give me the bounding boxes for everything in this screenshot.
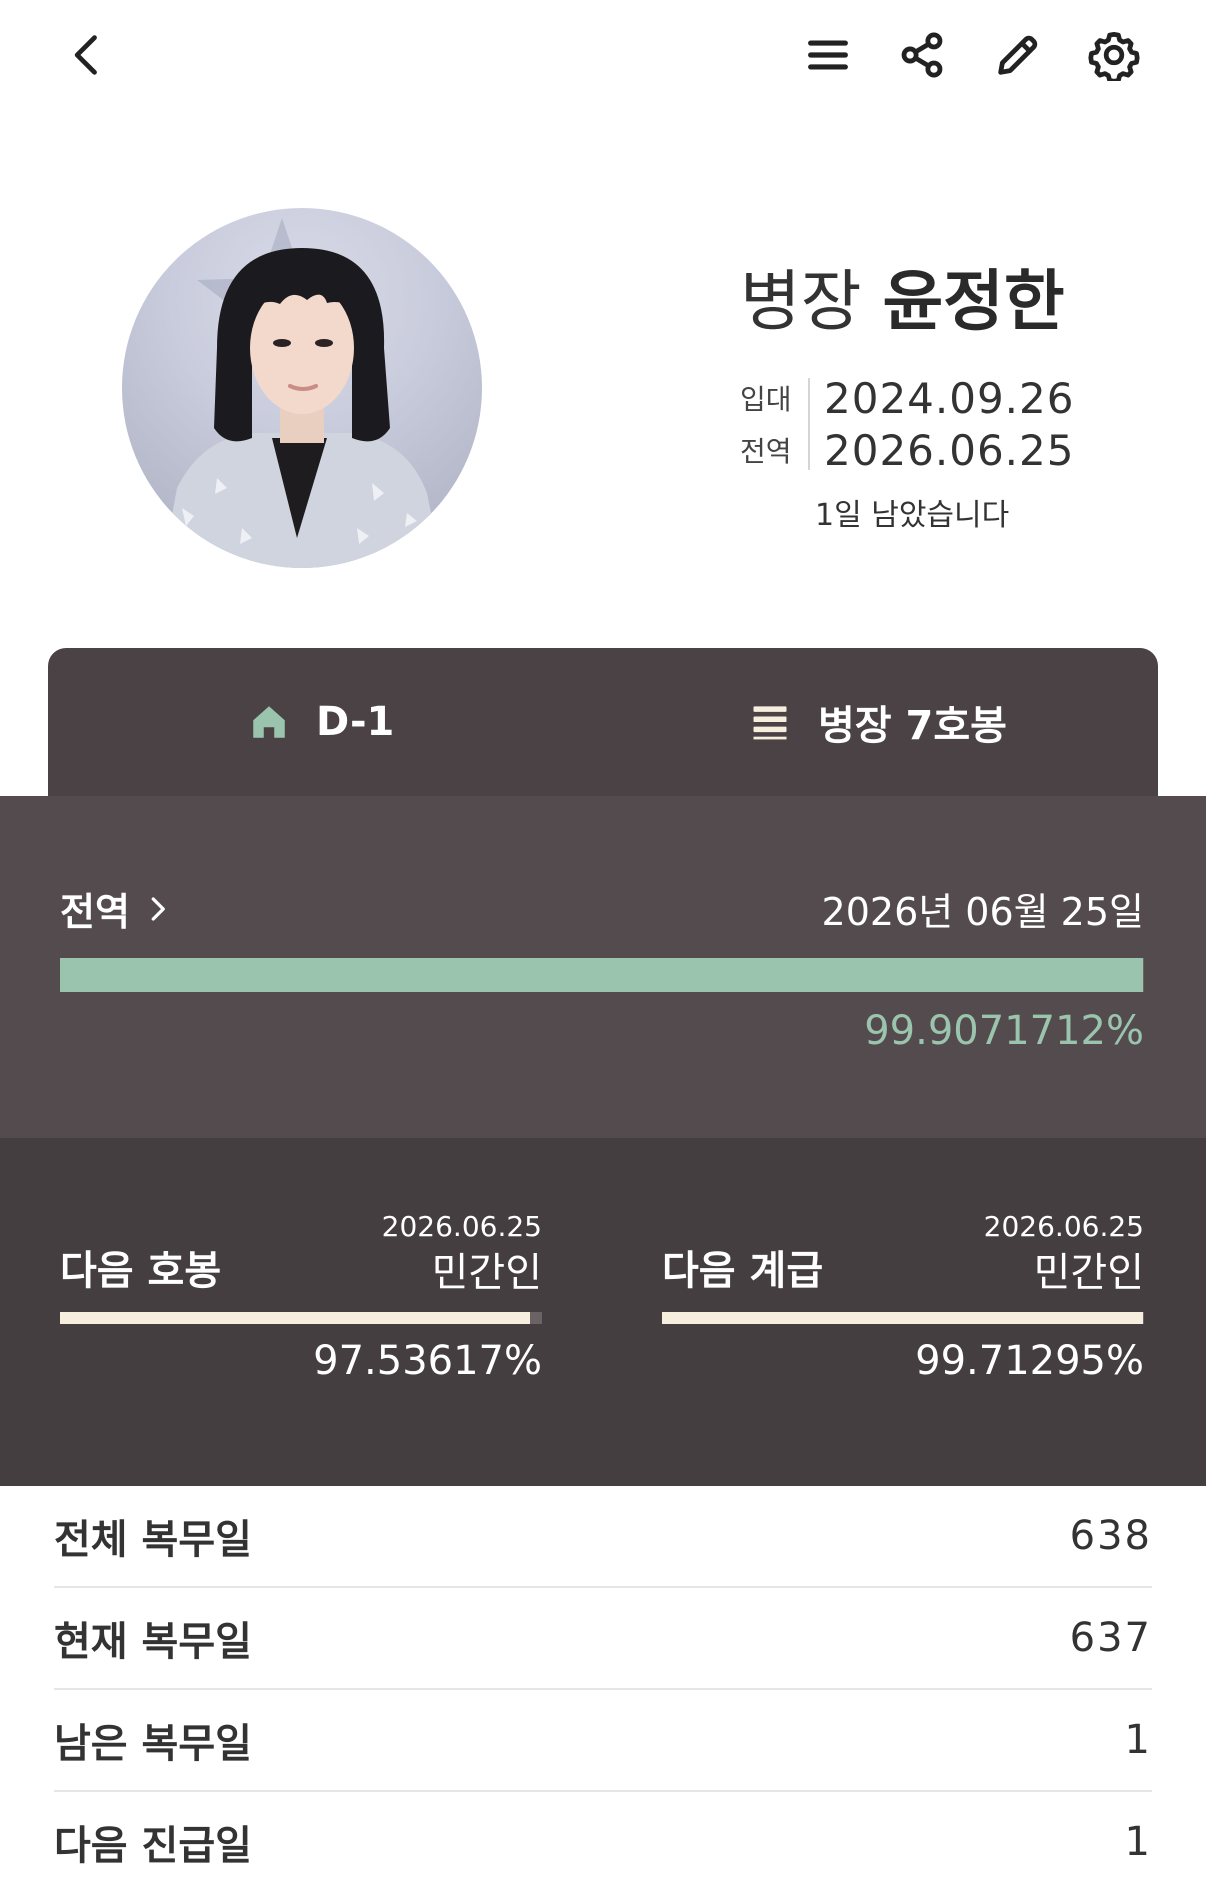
- next-rank-card: 다음 계급 2026.06.25 민간인 99.71295%: [662, 1138, 1144, 1486]
- discharge-title: 전역: [60, 890, 130, 934]
- discharge-percent: 99.9071712%: [864, 1008, 1144, 1054]
- stat-value: 1: [1124, 1717, 1152, 1763]
- back-icon[interactable]: [58, 25, 118, 85]
- next-rank-status: 민간인: [1033, 1250, 1144, 1296]
- next-step-card: 다음 호봉 2026.06.25 민간인 97.53617%: [60, 1138, 542, 1486]
- next-rank-percent: 99.71295%: [915, 1338, 1144, 1384]
- list-icon: [748, 700, 792, 744]
- remaining-text: 1일 남았습니다: [815, 498, 1010, 533]
- next-step-progress-bar: [60, 1312, 542, 1324]
- stat-label: 남은 복무일: [54, 1721, 252, 1767]
- tab-dday[interactable]: D-1: [248, 648, 394, 796]
- stat-row-next-promotion: 다음 진급일 1: [54, 1792, 1152, 1892]
- stat-label: 전체 복무일: [54, 1517, 252, 1563]
- menu-icon[interactable]: [798, 25, 858, 85]
- stat-row-remaining: 남은 복무일 1: [54, 1690, 1152, 1792]
- rank-name: 병장 윤정한: [740, 248, 1065, 344]
- tab-dday-label: D-1: [316, 699, 395, 745]
- stat-value: 637: [1069, 1615, 1152, 1661]
- next-section: 다음 호봉 2026.06.25 민간인 97.53617% 다음 계급 202…: [0, 1138, 1206, 1486]
- stat-row-total: 전체 복무일 638: [54, 1486, 1152, 1588]
- rank-label: 병장: [740, 263, 862, 340]
- top-bar: [0, 0, 1206, 110]
- discharge-link[interactable]: 전역: [60, 881, 172, 936]
- settings-icon[interactable]: [1084, 25, 1144, 85]
- next-rank-title: 다음 계급: [662, 1248, 824, 1294]
- discharge-label: 전역: [740, 435, 792, 468]
- next-rank-progress-fill: [662, 1312, 1143, 1324]
- share-icon[interactable]: [892, 25, 952, 85]
- discharge-row: 전역 2026.06.25: [740, 424, 1074, 476]
- discharge-date: 2026.06.25: [824, 425, 1075, 475]
- home-icon: [248, 701, 290, 743]
- date-divider: [808, 378, 810, 470]
- stat-label: 현재 복무일: [54, 1619, 252, 1665]
- discharge-progress-bar: [60, 958, 1144, 992]
- next-step-status: 민간인: [431, 1250, 542, 1296]
- discharge-full-date: 2026년 06월 25일: [821, 890, 1144, 934]
- next-step-percent: 97.53617%: [313, 1338, 542, 1384]
- next-step-progress-fill: [60, 1312, 531, 1324]
- stats-list: 전체 복무일 638 현재 복무일 637 남은 복무일 1 다음 진급일 1: [54, 1486, 1152, 1892]
- edit-icon[interactable]: [988, 25, 1048, 85]
- stat-value: 638: [1069, 1513, 1152, 1559]
- tab-rank[interactable]: 병장 7호봉: [748, 648, 1007, 796]
- enlist-row: 입대 2024.09.26: [740, 372, 1074, 424]
- service-dates: 입대 2024.09.26 전역 2026.06.25: [740, 372, 1074, 476]
- chevron-right-icon: [142, 892, 172, 926]
- discharge-progress-fill: [60, 958, 1143, 992]
- next-step-date: 2026.06.25: [381, 1210, 542, 1243]
- avatar: [122, 208, 482, 568]
- stat-value: 1: [1124, 1819, 1152, 1865]
- summary-tabs: D-1 병장 7호봉: [48, 648, 1158, 796]
- soldier-name: 윤정한: [882, 263, 1065, 340]
- next-rank-date: 2026.06.25: [983, 1210, 1144, 1243]
- stat-row-current: 현재 복무일 637: [54, 1588, 1152, 1690]
- stat-label: 다음 진급일: [54, 1823, 252, 1869]
- next-rank-progress-bar: [662, 1312, 1144, 1324]
- enlist-label: 입대: [740, 383, 792, 416]
- discharge-section: 전역 2026년 06월 25일 99.9071712%: [0, 796, 1206, 1138]
- enlist-date: 2024.09.26: [824, 373, 1075, 423]
- next-step-title: 다음 호봉: [60, 1248, 222, 1294]
- tab-rank-label: 병장 7호봉: [818, 703, 1007, 749]
